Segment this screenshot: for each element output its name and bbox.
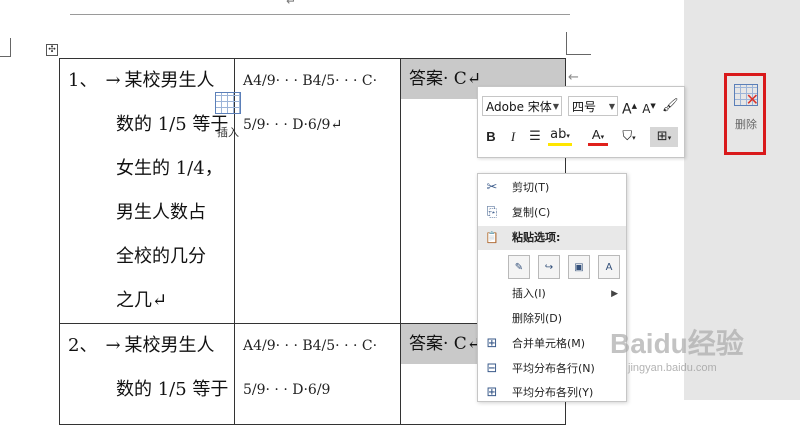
question-line: 女生的 1/4， xyxy=(116,158,223,179)
copy-icon: ⎘ xyxy=(486,205,498,220)
question-line: 数的 1/5 等于 xyxy=(116,379,229,400)
font-name-select[interactable]: Adobe 宋体 ▼ xyxy=(482,96,562,116)
margin-corner-right xyxy=(566,32,591,55)
menu-item-insert[interactable]: 插入(I) ▶ xyxy=(478,282,626,306)
align-center-icon[interactable]: ☰ xyxy=(528,127,542,147)
paste-picture-icon[interactable]: ▣ xyxy=(568,255,590,279)
menu-item-copy[interactable]: ⎘ 复制(C) xyxy=(478,201,626,225)
question-line: 全校的几分 xyxy=(116,246,206,267)
menu-item-merge-cells[interactable]: ⊞ 合并单元格(M) xyxy=(478,332,626,356)
context-menu: ✂ 剪切(T) ⎘ 复制(C) 📋 粘贴选项: ✎ ↪ ▣ A 插入(I) ▶ … xyxy=(477,173,627,402)
paste-text-only-icon[interactable]: A xyxy=(598,255,620,279)
scissors-icon: ✂ xyxy=(486,180,498,195)
header-rule xyxy=(70,14,570,15)
distribute-columns-icon: ⊞ xyxy=(486,385,498,400)
table-move-handle[interactable]: ✣ xyxy=(46,44,58,56)
format-painter-icon[interactable]: 🖌 xyxy=(662,96,679,116)
clipboard-icon: 📋 xyxy=(485,231,499,244)
option-line: A4/9· · · B4/5· · · C· xyxy=(243,73,378,89)
submenu-arrow-icon: ▶ xyxy=(611,289,618,299)
font-size-select[interactable]: 四号 ▼ xyxy=(568,96,618,116)
menu-item-distribute-columns[interactable]: ⊞ 平均分布各列(Y) xyxy=(478,381,626,405)
distribute-rows-icon: ⊟ xyxy=(486,361,498,376)
question-line: 之几↵ xyxy=(116,290,168,311)
menu-item-cut[interactable]: ✂ 剪切(T) xyxy=(478,176,626,200)
menu-item-delete-column[interactable]: 删除列(D) xyxy=(478,307,626,331)
watermark-url: jingyan.baidu.com xyxy=(628,362,717,374)
options-cell[interactable]: A4/9· · · B4/5· · · C· 5/9· · · D·6/9↵ xyxy=(234,58,401,324)
table-delete-icon: ✕ xyxy=(734,84,759,109)
question-cell[interactable]: 2、 → 某校男生人 数的 1/5 等于 xyxy=(59,323,235,425)
merge-cells-icon: ⊞ xyxy=(486,336,498,351)
shrink-font-button[interactable]: A▼ xyxy=(642,96,656,116)
grow-font-button[interactable]: A▲ xyxy=(622,96,637,118)
highlight-color-button[interactable]: ab▾ xyxy=(548,127,572,146)
margin-corner-left xyxy=(0,38,11,57)
mini-toolbar: Adobe 宋体 ▼ 四号 ▼ A▲ A▼ 🖌 B I ☰ ab▾ A▾ ⛉▾ ⊞▾ xyxy=(477,86,685,158)
borders-icon[interactable]: ⊞▾ xyxy=(650,127,678,147)
menu-header-paste-options: 📋 粘贴选项: xyxy=(478,226,626,250)
menu-item-distribute-rows[interactable]: ⊟ 平均分布各行(N) xyxy=(478,357,626,381)
option-line: A4/9· · · B4/5· · · C· xyxy=(243,338,378,354)
insert-label: 插入 xyxy=(217,126,239,139)
question-line: 男生人数占 xyxy=(116,202,206,223)
delete-x-icon: ✕ xyxy=(745,90,759,109)
table-insert-icon xyxy=(215,92,241,114)
insert-table-button[interactable]: 插入 xyxy=(210,92,246,148)
question-line: 1、 → 某校男生人 xyxy=(68,70,215,91)
chevron-down-icon: ▼ xyxy=(552,102,559,111)
bold-button[interactable]: B xyxy=(484,127,498,147)
paste-keep-format-icon[interactable]: ✎ xyxy=(508,255,530,279)
delete-label: 删除 xyxy=(735,118,757,131)
question-cell[interactable]: 1、 → 某校男生人 数的 1/5 等于 女生的 1/4， 男生人数占 全校的几分 … xyxy=(59,58,235,324)
paragraph-mark: ↵ xyxy=(286,0,297,8)
shading-icon[interactable]: ⛉▾ xyxy=(618,127,640,147)
watermark-logo: Baidu经验 xyxy=(610,328,744,359)
option-line: 5/9· · · D·6/9 xyxy=(243,382,331,398)
paste-merge-format-icon[interactable]: ↪ xyxy=(538,255,560,279)
question-line: 数的 1/5 等于 xyxy=(116,114,229,135)
font-color-button[interactable]: A▾ xyxy=(588,127,608,146)
delete-table-button[interactable]: ✕ 删除 xyxy=(731,84,761,144)
question-line: 2、 → 某校男生人 xyxy=(68,335,215,356)
options-cell[interactable]: A4/9· · · B4/5· · · C· 5/9· · · D·6/9 xyxy=(234,323,401,425)
row-end-mark: ← xyxy=(568,70,579,85)
chevron-down-icon: ▼ xyxy=(608,102,615,111)
italic-button[interactable]: I xyxy=(506,127,520,147)
delete-highlight-box: ✕ 删除 xyxy=(724,73,766,155)
option-line: 5/9· · · D·6/9↵ xyxy=(243,117,343,133)
